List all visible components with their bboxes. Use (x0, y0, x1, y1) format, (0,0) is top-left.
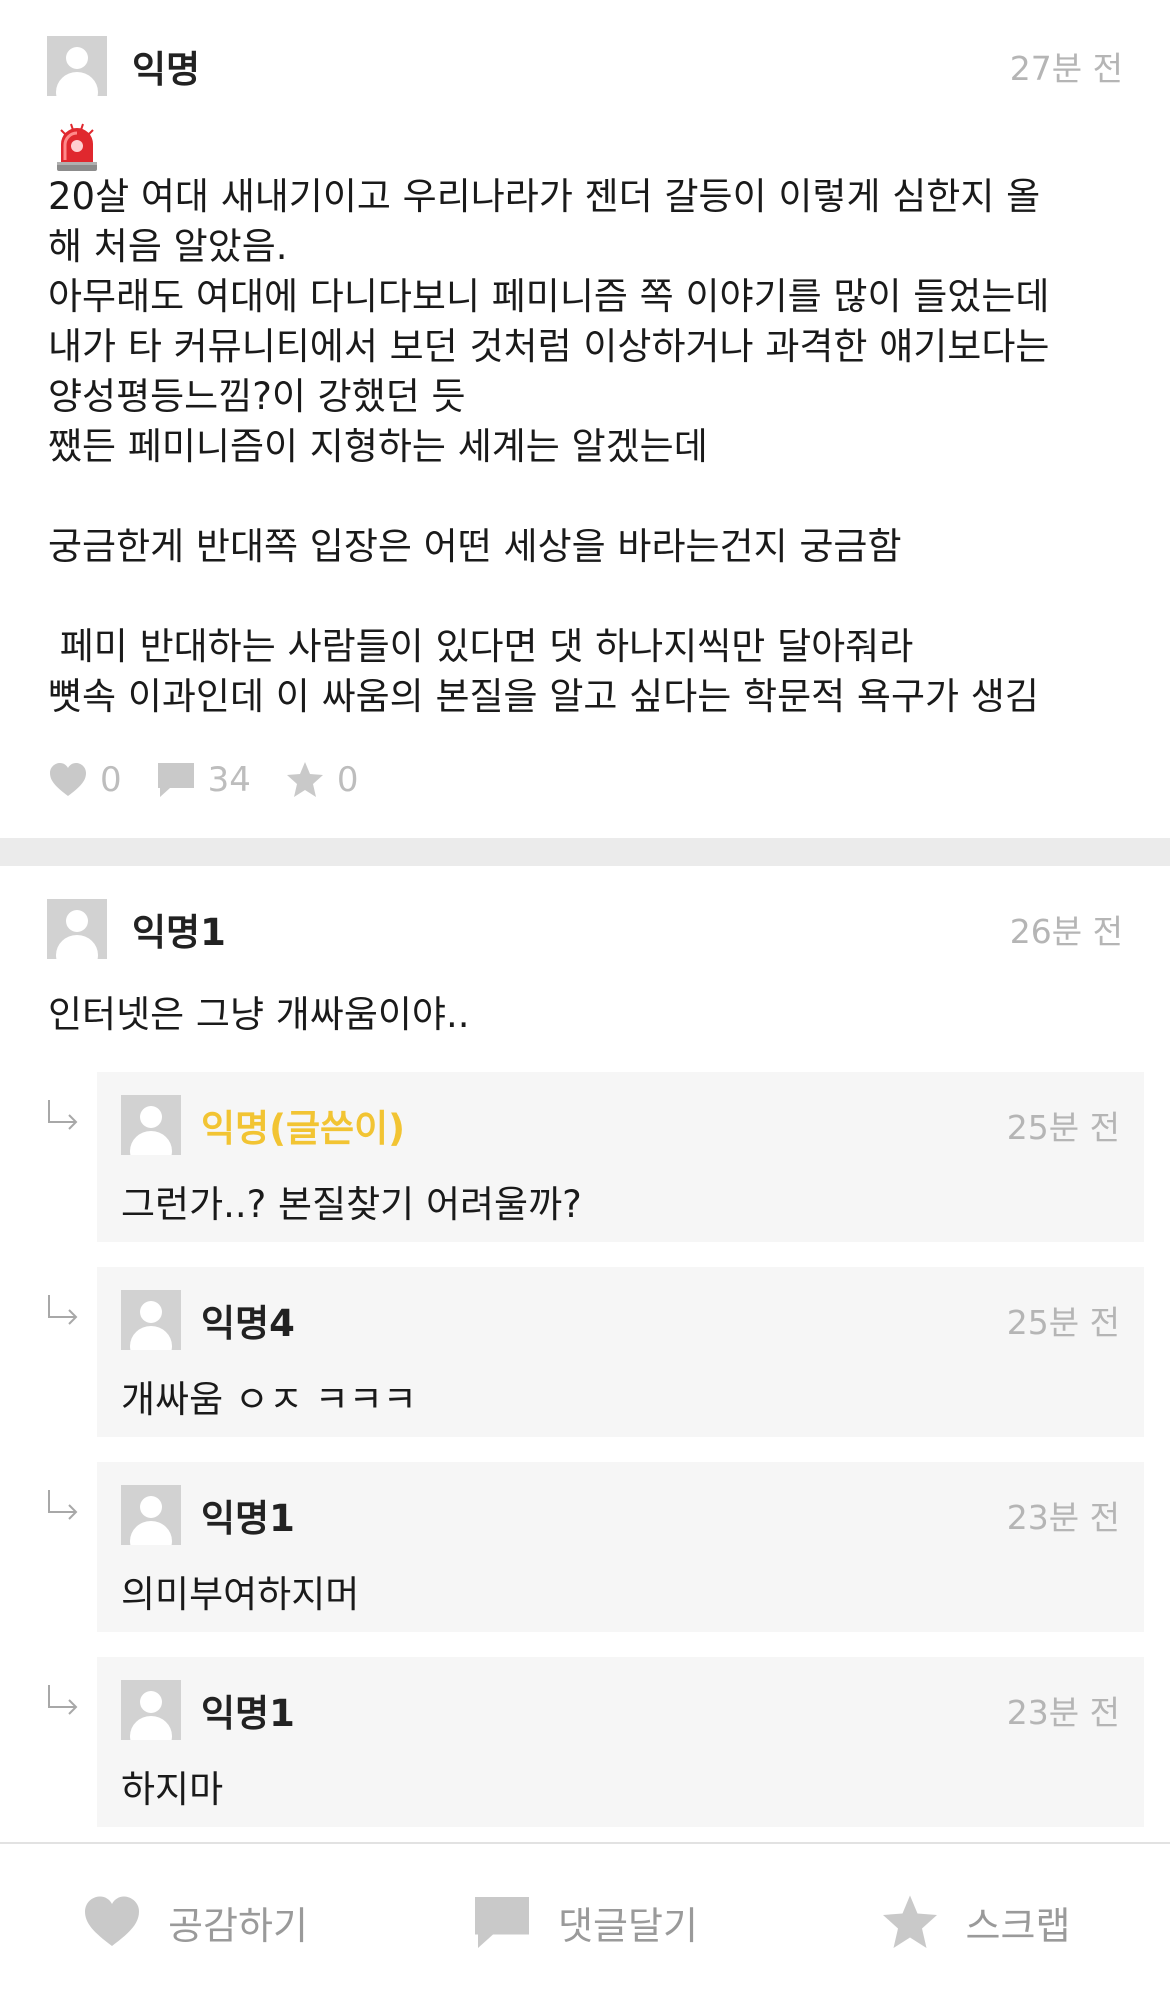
like-button-label: 공감하기 (168, 1903, 308, 1948)
reply-author: 익명1 (201, 1692, 295, 1735)
reply-header: 익명1 23분 전 (121, 1680, 1120, 1740)
write-comment-label: 댓글달기 (558, 1903, 698, 1948)
post-stats: 0 34 0 (48, 755, 393, 805)
post-body: 20살 여대 새내기이고 우리나라가 젠더 갈등이 이렇게 심한지 올 해 처음… (48, 175, 1050, 718)
comment-bubble-icon (157, 763, 194, 797)
post-author: 익명 (132, 48, 201, 91)
reply-time: 23분 전 (1006, 1498, 1120, 1537)
reply-item: 익명(글쓴이) 25분 전 그런가..? 본질찾기 어려울까? (97, 1072, 1144, 1242)
comment-author: 익명1 (132, 911, 226, 954)
write-comment-button[interactable]: 댓글달기 (390, 1844, 780, 2000)
like-count: 0 (100, 760, 122, 800)
scrap-stat[interactable]: 0 (285, 760, 359, 800)
reply-arrow-icon (48, 1685, 78, 1715)
reply-arrow-icon (48, 1490, 78, 1520)
avatar[interactable] (121, 1485, 181, 1545)
reply-author: 익명(글쓴이) (201, 1107, 406, 1150)
reply-time: 25분 전 (1006, 1108, 1120, 1147)
star-icon (882, 1895, 937, 1948)
reply-arrow-icon (48, 1295, 78, 1325)
reply-header: 익명1 23분 전 (121, 1485, 1120, 1545)
comment-bubble-icon (475, 1896, 530, 1948)
comment-header: 익명1 26분 전 (47, 899, 1123, 959)
reply-arrow-icon (48, 1100, 78, 1130)
post-header: 익명 27분 전 (47, 36, 1123, 96)
reply-text: 개싸움 ㅇㅈ ㅋㅋㅋ (121, 1378, 417, 1421)
comment-stat[interactable]: 34 (156, 760, 251, 800)
avatar[interactable] (47, 899, 107, 959)
reply-time: 23분 전 (1006, 1693, 1120, 1732)
like-button[interactable]: 공감하기 (0, 1844, 390, 2000)
post-time: 27분 전 (1009, 49, 1123, 88)
reply-item: 익명4 25분 전 개싸움 ㅇㅈ ㅋㅋㅋ (97, 1267, 1144, 1437)
avatar[interactable] (121, 1680, 181, 1740)
scrap-button-label: 스크랩 (965, 1903, 1071, 1948)
heart-icon (50, 763, 86, 796)
scrap-button[interactable]: 스크랩 (780, 1844, 1170, 2000)
reply-author: 익명1 (201, 1497, 295, 1540)
avatar[interactable] (121, 1290, 181, 1350)
section-divider (0, 838, 1170, 866)
scrap-count: 0 (336, 760, 359, 800)
reply-header: 익명(글쓴이) 25분 전 (121, 1095, 1120, 1155)
bottom-action-bar: 공감하기 댓글달기 스크랩 (0, 1842, 1170, 2000)
reply-text: 의미부여하지머 (121, 1573, 360, 1616)
reply-item: 익명1 23분 전 하지마 (97, 1657, 1144, 1827)
heart-icon (85, 1896, 140, 1946)
post: 익명 27분 전 20살 여대 새내기이고 우리나라가 젠더 갈등이 이렇게 심… (0, 0, 1170, 838)
reply-text: 그런가..? 본질찾기 어려울까? (121, 1183, 582, 1226)
siren-emoji-icon (57, 123, 97, 171)
reply-time: 25분 전 (1006, 1303, 1120, 1342)
reply-item: 익명1 23분 전 의미부여하지머 (97, 1462, 1144, 1632)
star-icon (286, 762, 323, 797)
reply-text: 하지마 (121, 1768, 224, 1811)
reply-author: 익명4 (201, 1302, 295, 1345)
avatar[interactable] (47, 36, 107, 96)
comment-count: 34 (207, 760, 251, 800)
reply-header: 익명4 25분 전 (121, 1290, 1120, 1350)
like-stat[interactable]: 0 (48, 760, 122, 800)
comment-text: 인터넷은 그냥 개싸움이야.. (48, 993, 470, 1036)
comment-time: 26분 전 (1009, 912, 1123, 951)
avatar[interactable] (121, 1095, 181, 1155)
